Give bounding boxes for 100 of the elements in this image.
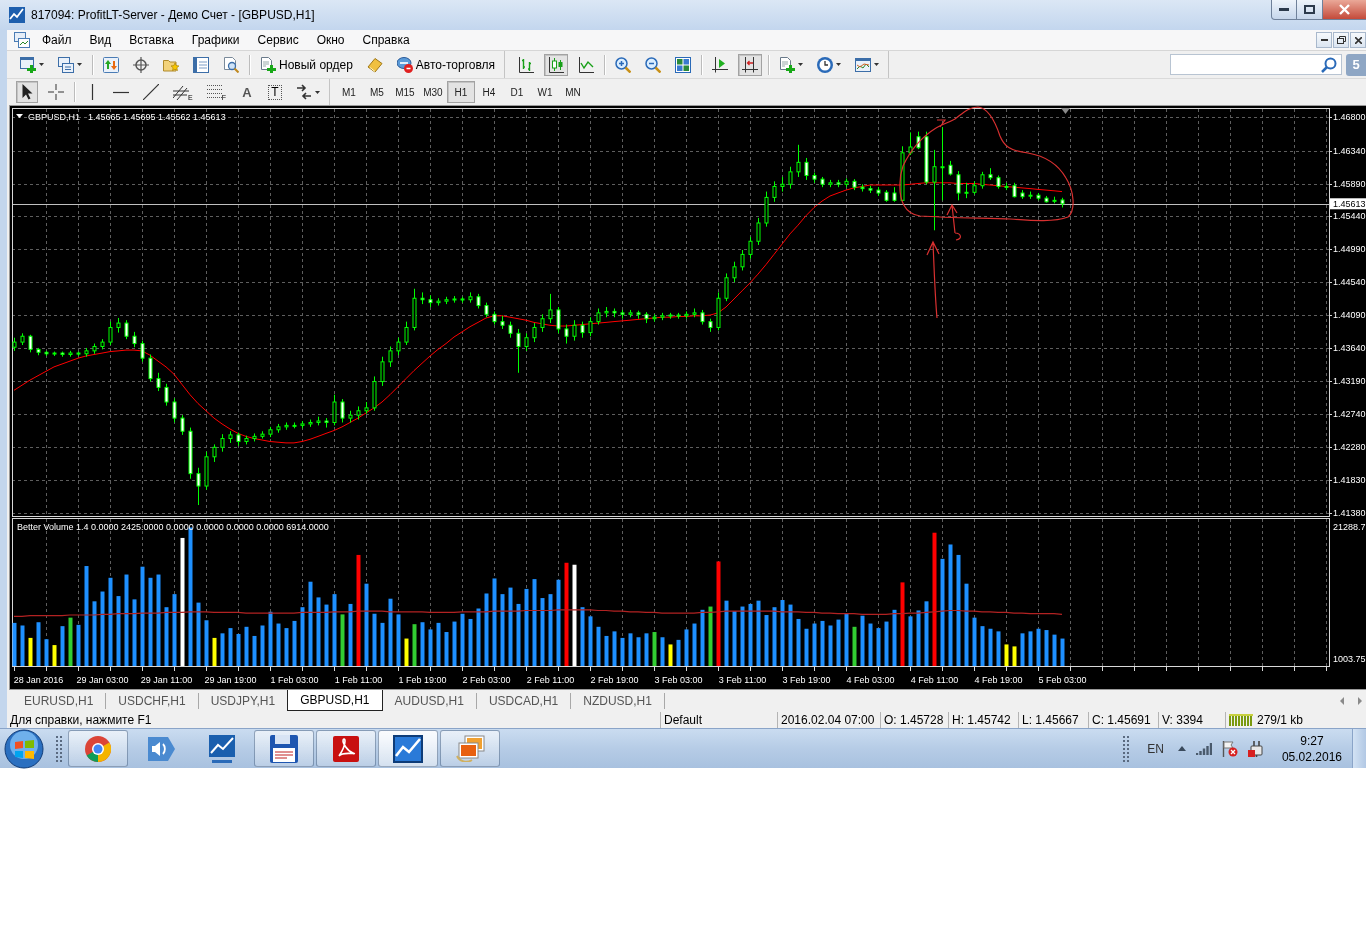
volume-bar [604, 635, 609, 666]
price-label: 1.43640 [1333, 342, 1366, 353]
language-indicator[interactable]: EN [1147, 741, 1164, 756]
volume-bar [1060, 638, 1065, 666]
triangle-up-icon[interactable] [1177, 746, 1186, 751]
menu-item[interactable]: Окно [307, 31, 354, 49]
text-label-button[interactable]: T [263, 81, 286, 104]
chart-tab[interactable]: EURUSD,H1 [12, 693, 107, 709]
timeframe-button[interactable]: H1 [446, 81, 475, 104]
ohlc-readout: 1.45665 1.45695 1.45562 1.45613 [88, 112, 226, 122]
candle [956, 170, 961, 201]
windows-stack-icon [58, 56, 74, 73]
search-icon[interactable] [1321, 56, 1337, 73]
auto-trading-button[interactable]: Авто-торговля [392, 53, 500, 76]
volume-bar [612, 631, 617, 666]
menu-item[interactable]: Вид [80, 31, 121, 49]
stop-badge-icon [396, 56, 413, 73]
minimize-icon [1320, 39, 1328, 41]
signal-icon[interactable] [1195, 742, 1212, 755]
dropdown-triangle-icon[interactable] [16, 114, 23, 118]
candle [644, 311, 649, 324]
volume-bar [996, 631, 1001, 666]
chart-tab[interactable]: USDCAD,H1 [476, 693, 572, 709]
candle [468, 291, 473, 304]
scroll-left-icon[interactable] [1340, 697, 1344, 705]
chart-tab[interactable]: NZDUSD,H1 [571, 693, 665, 709]
scroll-right-icon[interactable] [1358, 697, 1362, 705]
candle [676, 312, 681, 320]
candle [532, 322, 537, 343]
new-order-button[interactable]: Новый ордер [256, 53, 357, 76]
flag-error-icon[interactable] [1221, 740, 1238, 757]
candle [260, 430, 265, 440]
time-label: 2 Feb 03:00 [462, 675, 511, 685]
horizontal-line-icon [113, 90, 129, 94]
menu-item[interactable]: Графики [182, 31, 249, 49]
candle [548, 293, 553, 324]
volume-bar [116, 596, 121, 666]
timeframe-button[interactable]: MN [558, 81, 587, 104]
volume-bar [380, 622, 385, 666]
target-icon [133, 56, 149, 73]
candle [572, 319, 577, 342]
menu-item[interactable]: Файл [33, 31, 81, 49]
price-label: 1.42740 [1333, 408, 1366, 419]
candle [788, 166, 793, 190]
timeframe-button[interactable]: M1 [334, 81, 363, 104]
clock[interactable]: 9:27 05.02.2016 [1281, 732, 1342, 765]
taskbar-app-button[interactable] [316, 730, 376, 767]
chart-tab[interactable]: AUDUSD,H1 [382, 693, 477, 709]
timeframe-button[interactable]: D1 [502, 81, 531, 104]
timeframe-button[interactable]: M5 [362, 81, 391, 104]
window-chart-icon[interactable] [14, 32, 30, 48]
help-hint: Для справки, нажмите F1 [10, 712, 152, 728]
volume-bar [284, 628, 289, 666]
timeframe-button[interactable]: W1 [530, 81, 559, 104]
chart-shift-button[interactable] [738, 53, 763, 76]
candle [860, 183, 865, 193]
candle [92, 343, 97, 355]
chart-tab[interactable]: USDCHF,H1 [106, 693, 199, 709]
candle [228, 430, 233, 444]
minimize-button[interactable] [1271, 0, 1297, 20]
search-field[interactable] [1170, 54, 1342, 76]
menu-item[interactable]: Сервис [248, 31, 308, 49]
candle [596, 308, 601, 326]
time-label: 1 Feb 11:00 [334, 675, 383, 685]
triangle-marker-icon[interactable] [1061, 108, 1070, 114]
candle [812, 172, 817, 184]
text-button[interactable]: A [235, 81, 258, 104]
time-label: 29 Jan 19:00 [204, 675, 257, 685]
volume-bar [276, 623, 281, 666]
restore-button[interactable] [1333, 32, 1349, 48]
current-price-tag: 1.45613 [1330, 198, 1366, 210]
taskbar-app-button[interactable] [378, 730, 438, 767]
minimize-button[interactable] [1316, 32, 1332, 48]
cursor-button[interactable] [16, 81, 38, 104]
candlestick-button[interactable] [544, 53, 569, 76]
menu-item[interactable]: Вставка [120, 31, 183, 49]
timeframe-button[interactable]: H4 [474, 81, 503, 104]
candle [388, 346, 393, 368]
candle [452, 295, 457, 304]
candle [156, 372, 161, 392]
close-button[interactable] [1350, 32, 1366, 48]
timeframe-button[interactable]: M30 [418, 81, 447, 104]
maximize-button[interactable] [1297, 0, 1323, 20]
candle [332, 394, 337, 426]
candle [820, 176, 825, 188]
plug-icon[interactable] [1247, 740, 1264, 757]
volume-bar [1020, 633, 1025, 666]
candle [908, 131, 913, 156]
clock-icon [817, 56, 834, 73]
timeframe-button[interactable]: M15 [390, 81, 419, 104]
taskbar-app-button[interactable] [254, 730, 314, 767]
volume-bar [764, 615, 769, 666]
volume-bar [548, 594, 553, 666]
menu-item[interactable]: Справка [353, 31, 419, 49]
volume-bar [428, 629, 433, 666]
chart-tab[interactable]: GBPUSD,H1 [287, 690, 383, 711]
chart-tile-icon [393, 734, 423, 763]
volume-bar [36, 622, 41, 666]
volume-bar [732, 611, 737, 666]
volume-bar [668, 644, 673, 666]
